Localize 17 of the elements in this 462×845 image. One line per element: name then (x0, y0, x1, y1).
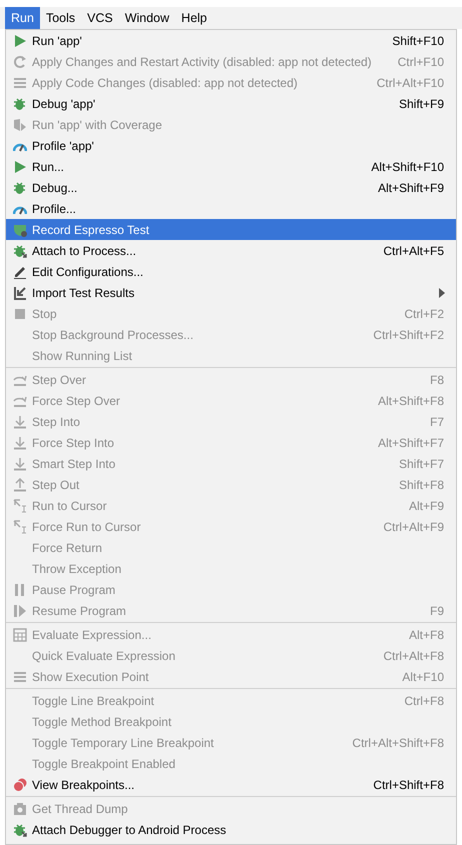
menu-bar-item[interactable]: Help (175, 7, 214, 29)
menu-bar-item[interactable]: Window (118, 7, 176, 29)
menu-item[interactable]: Run... Alt+Shift+F10 (6, 156, 456, 177)
menu-item[interactable]: Edit Configurations... (6, 261, 456, 282)
menu-item[interactable]: Attach to Process... Ctrl+Alt+F5 (6, 240, 456, 261)
menu-item[interactable]: Import Test Results (6, 282, 456, 303)
menu-item[interactable]: Profile 'app' (6, 135, 456, 156)
menu-item[interactable]: Run 'app' Shift+F10 (6, 30, 456, 51)
menu-bar-item[interactable]: Tools (40, 7, 82, 29)
menu-item[interactable]: Profile... (6, 198, 456, 219)
menu-item[interactable]: View Breakpoints... Ctrl+Shift+F8 (6, 774, 456, 795)
menu-bar-item[interactable]: Run (5, 7, 40, 29)
menu-item[interactable]: Debug... Alt+Shift+F9 (6, 177, 456, 198)
menu-item[interactable]: Attach Debugger to Android Process (6, 819, 456, 840)
menu-item[interactable]: Debug 'app' Shift+F9 (6, 93, 456, 114)
menu-item[interactable]: Record Espresso Test (6, 219, 456, 240)
menu-bar-item[interactable]: VCS (81, 7, 119, 29)
